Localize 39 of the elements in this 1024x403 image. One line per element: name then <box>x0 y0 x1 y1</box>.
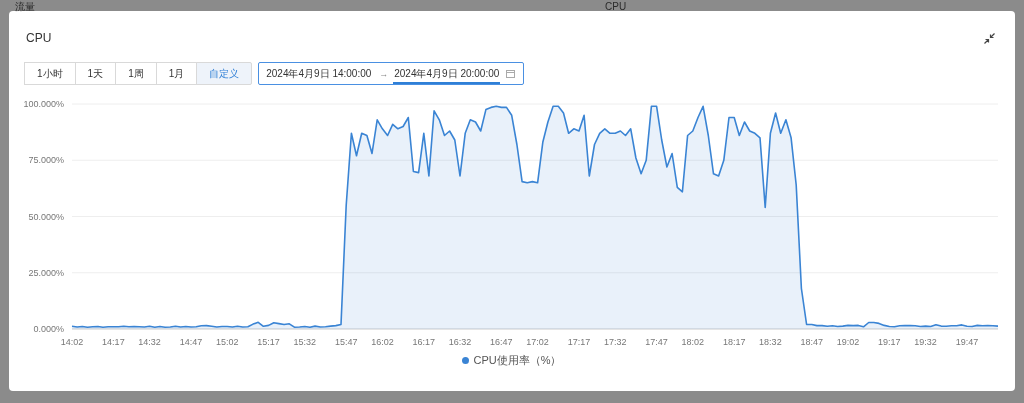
x-axis-label: 17:47 <box>645 337 668 347</box>
panel-title: 流量 <box>15 1 35 12</box>
x-axis-label: 18:17 <box>722 337 746 347</box>
y-axis-label: 50.000% <box>28 211 64 222</box>
x-axis-label: 18:02 <box>681 337 705 347</box>
x-axis-label: 19:17 <box>878 337 901 347</box>
y-axis-label: 75.000% <box>28 155 64 166</box>
y-axis-label: 25.000% <box>28 267 64 278</box>
collapse-icon[interactable] <box>984 32 995 44</box>
x-axis-label: 16:47 <box>490 337 513 347</box>
dialog-title: CPU <box>26 31 52 45</box>
x-axis-label: 17:17 <box>567 337 591 347</box>
x-axis-label: 15:02 <box>215 337 239 347</box>
x-axis-label: 14:02 <box>60 337 84 347</box>
x-axis-label: 15:32 <box>293 337 317 347</box>
legend-label[interactable]: CPU使用率（%） <box>473 353 562 368</box>
time-range-button[interactable]: 1小时 <box>24 62 76 85</box>
time-range-button[interactable]: 自定义 <box>196 62 253 85</box>
x-axis-label: 19:32 <box>914 337 937 347</box>
x-axis-label: 18:47 <box>800 337 824 347</box>
time-range-button[interactable]: 1月 <box>155 62 198 85</box>
y-axis-label: 0.000% <box>33 324 64 334</box>
x-axis-label: 17:02 <box>526 337 549 347</box>
x-axis-label: 17:32 <box>603 337 627 347</box>
x-axis-label: 19:47 <box>955 337 979 347</box>
x-axis-label: 14:32 <box>138 337 161 347</box>
panel-title: CPU <box>605 1 627 12</box>
x-axis-label: 15:47 <box>334 337 358 347</box>
time-range-button[interactable]: 1周 <box>115 62 157 85</box>
x-axis-label: 18:32 <box>759 337 782 347</box>
x-axis-label: 16:17 <box>412 337 436 347</box>
x-axis-label: 19:02 <box>836 337 860 347</box>
x-axis-label: 14:17 <box>102 337 125 347</box>
time-range-button[interactable]: 1天 <box>74 62 117 85</box>
x-axis-label: 16:02 <box>371 337 394 347</box>
x-axis-label: 14:47 <box>179 337 203 347</box>
x-axis-label: 15:17 <box>257 337 280 347</box>
y-axis-label: 100.000% <box>23 99 64 109</box>
x-axis-label: 16:32 <box>448 337 472 347</box>
